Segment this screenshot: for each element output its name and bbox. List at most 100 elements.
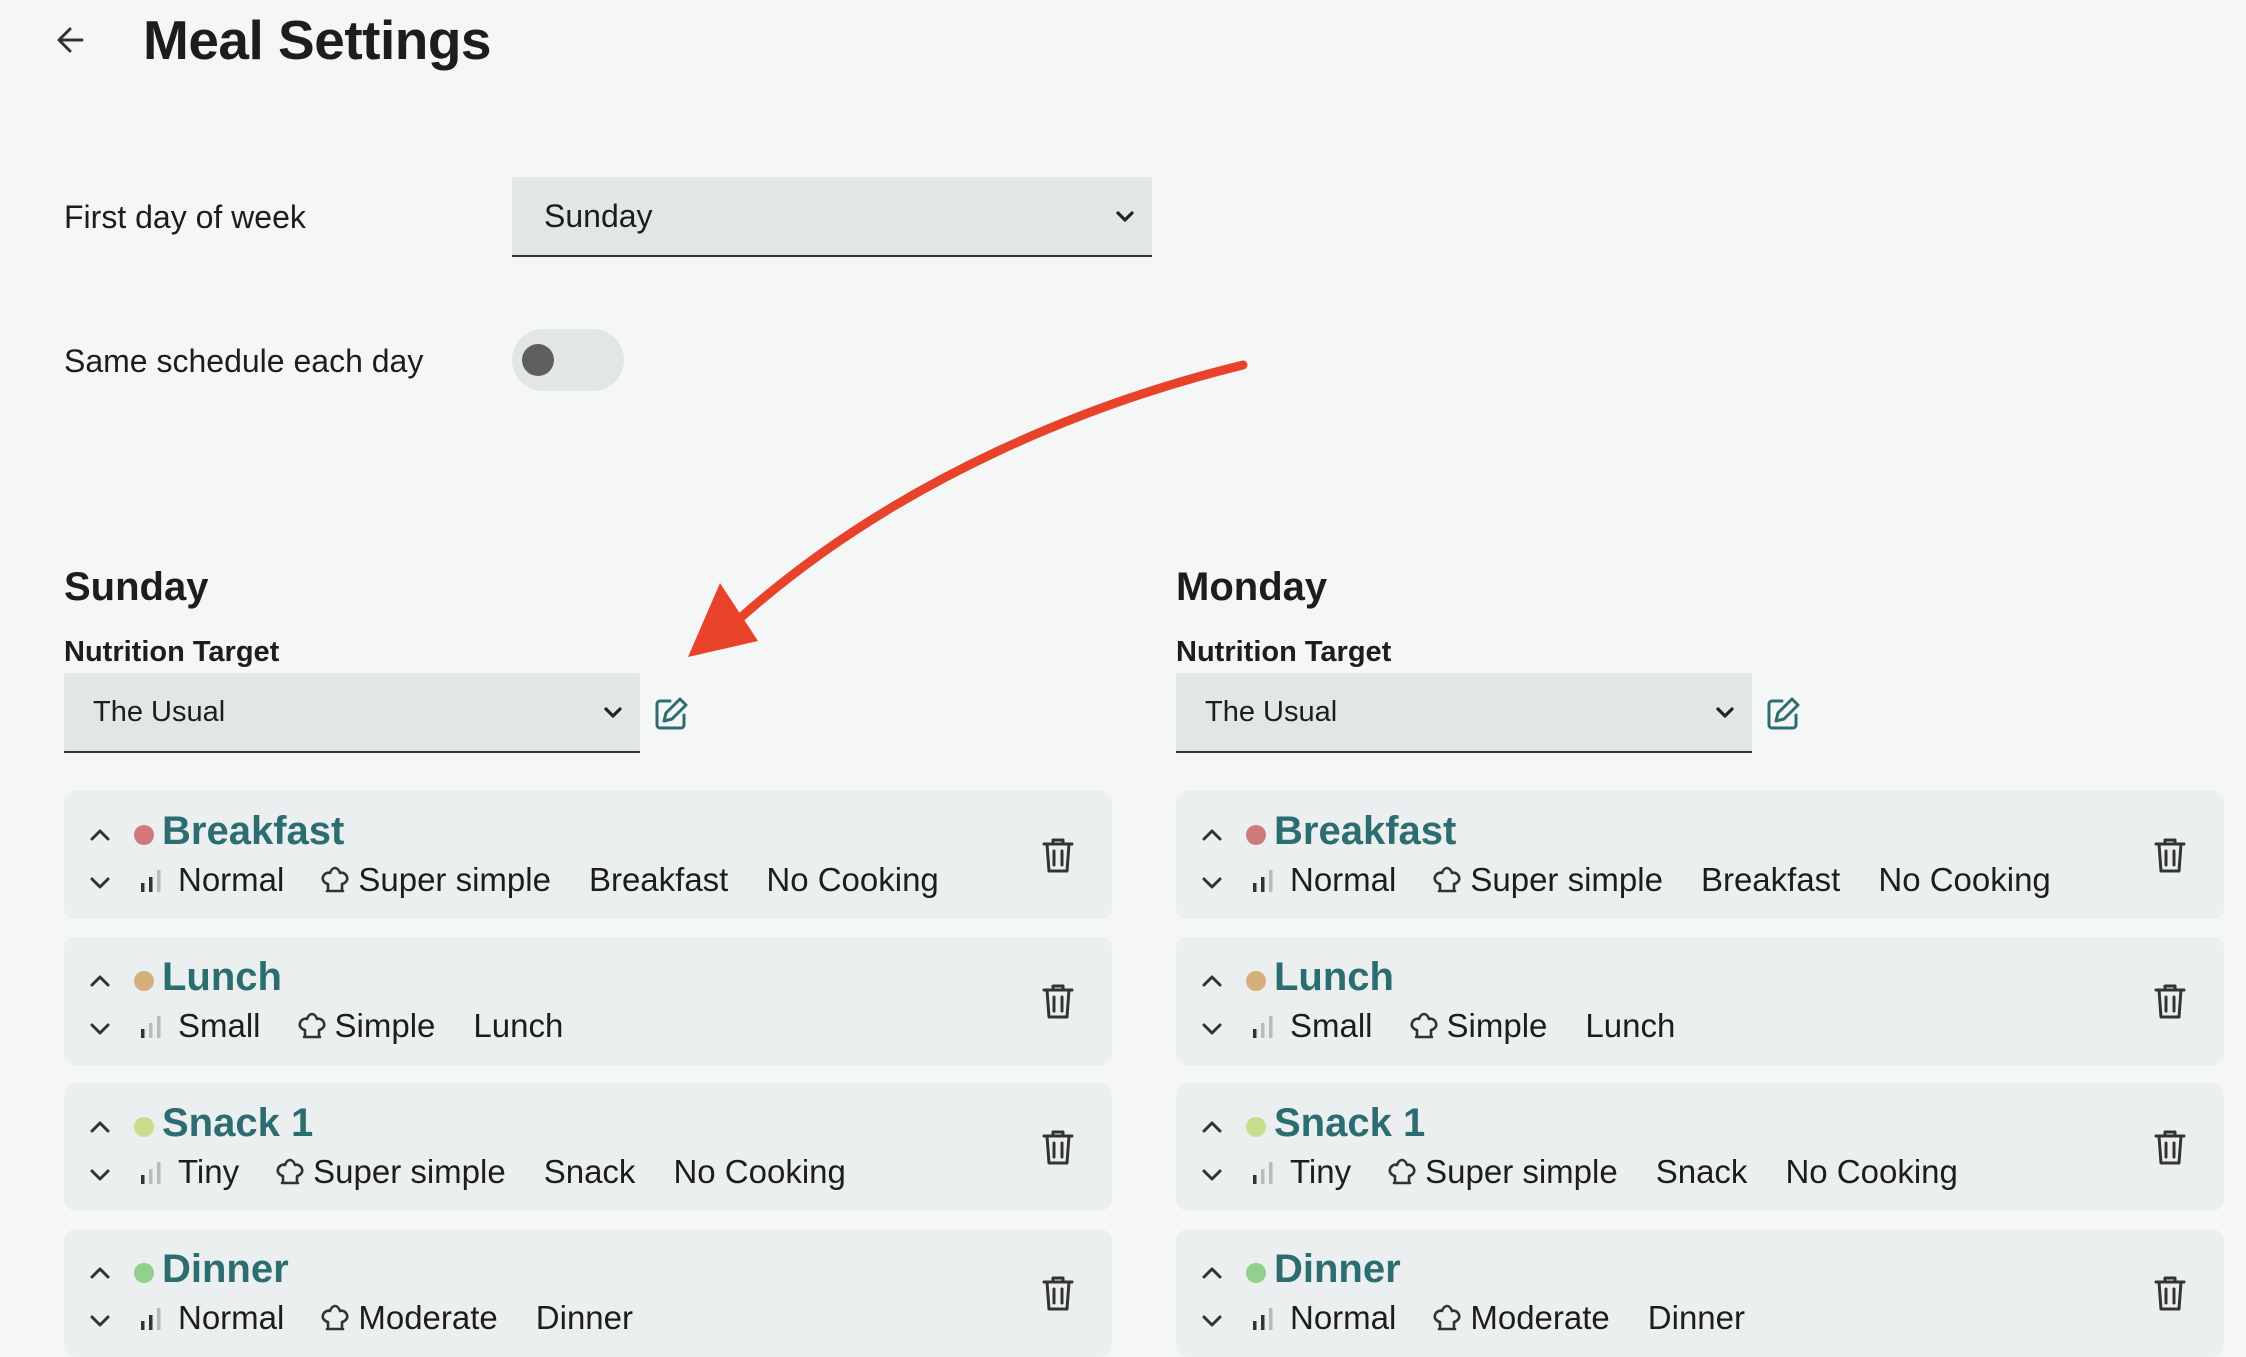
meal-size[interactable]: Tiny (1290, 1153, 1351, 1191)
delete-meal-icon[interactable] (1040, 835, 1076, 875)
move-up-icon[interactable] (1198, 821, 1226, 849)
meal-color-dot (134, 825, 154, 845)
meal-kind[interactable]: Dinner (536, 1299, 633, 1337)
meal-kind[interactable]: Breakfast (589, 861, 728, 899)
size-bars-icon (1253, 1016, 1273, 1038)
size-bars-icon (141, 1162, 161, 1184)
meal-name[interactable]: Breakfast (1274, 809, 1456, 854)
meal-kind[interactable]: Snack (544, 1153, 636, 1191)
move-up-icon[interactable] (1198, 967, 1226, 995)
meal-name[interactable]: Breakfast (162, 809, 344, 854)
meal-cooking[interactable]: No Cooking (673, 1153, 845, 1191)
meal-color-dot (134, 971, 154, 991)
size-bars-icon (141, 1308, 161, 1330)
delete-meal-icon[interactable] (2152, 835, 2188, 875)
nutrition-target-select[interactable]: The Usual (64, 673, 640, 753)
chevron-down-icon (604, 707, 622, 718)
meal-size[interactable]: Tiny (178, 1153, 239, 1191)
meal-card: Dinner Normal Moderate Dinner (1176, 1229, 2224, 1357)
first-day-select[interactable]: Sunday (512, 177, 1152, 257)
delete-meal-icon[interactable] (1040, 1127, 1076, 1167)
move-up-icon[interactable] (86, 967, 114, 995)
meal-color-dot (1246, 1263, 1266, 1283)
meal-size[interactable]: Normal (178, 861, 284, 899)
move-down-icon[interactable] (1198, 1161, 1226, 1189)
nutrition-target-label: Nutrition Target (64, 636, 280, 668)
meal-effort[interactable]: Simple (1447, 1007, 1548, 1045)
move-up-icon[interactable] (86, 1259, 114, 1287)
meal-kind[interactable]: Lunch (473, 1007, 563, 1045)
chevron-down-icon (1716, 707, 1734, 718)
meal-size[interactable]: Normal (1290, 861, 1396, 899)
meal-color-dot (134, 1117, 154, 1137)
delete-meal-icon[interactable] (2152, 1273, 2188, 1313)
meal-effort[interactable]: Super simple (358, 861, 551, 899)
edit-nutrition-target-button[interactable] (651, 694, 691, 734)
meal-card: Lunch Small Simple Lunch (1176, 937, 2224, 1065)
move-up-icon[interactable] (1198, 1259, 1226, 1287)
meal-color-dot (134, 1263, 154, 1283)
meal-attributes: Small Simple Lunch (1248, 1007, 1675, 1045)
toggle-knob (522, 344, 554, 376)
back-arrow-icon[interactable] (52, 20, 92, 60)
meal-name[interactable]: Dinner (1274, 1247, 1401, 1292)
delete-meal-icon[interactable] (1040, 1273, 1076, 1313)
meal-attributes: Small Simple Lunch (136, 1007, 563, 1045)
nutrition-target-label: Nutrition Target (1176, 636, 1392, 668)
edit-icon (655, 697, 688, 730)
meal-card: Breakfast Normal Super simple Breakfast … (1176, 791, 2224, 919)
move-up-icon[interactable] (86, 821, 114, 849)
first-day-value: Sunday (544, 197, 653, 234)
move-down-icon[interactable] (86, 869, 114, 897)
meal-name[interactable]: Dinner (162, 1247, 289, 1292)
chef-hat-icon (1433, 866, 1461, 893)
meal-cooking[interactable]: No Cooking (766, 861, 938, 899)
move-down-icon[interactable] (86, 1161, 114, 1189)
chef-hat-icon (1433, 1304, 1461, 1331)
meal-name[interactable]: Snack 1 (1274, 1101, 1425, 1146)
delete-meal-icon[interactable] (2152, 1127, 2188, 1167)
same-schedule-label: Same schedule each day (64, 343, 424, 379)
move-down-icon[interactable] (1198, 1307, 1226, 1335)
delete-meal-icon[interactable] (2152, 981, 2188, 1021)
move-down-icon[interactable] (1198, 869, 1226, 897)
meal-color-dot (1246, 1117, 1266, 1137)
chef-hat-icon (321, 1304, 349, 1331)
meal-effort[interactable]: Super simple (313, 1153, 506, 1191)
meal-cooking[interactable]: No Cooking (1785, 1153, 1957, 1191)
same-schedule-toggle[interactable] (512, 329, 624, 391)
meal-effort[interactable]: Simple (335, 1007, 436, 1045)
move-up-icon[interactable] (1198, 1113, 1226, 1141)
meal-size[interactable]: Small (178, 1007, 261, 1045)
delete-meal-icon[interactable] (1040, 981, 1076, 1021)
size-bars-icon (1253, 870, 1273, 892)
meal-kind[interactable]: Breakfast (1701, 861, 1840, 899)
meal-effort[interactable]: Super simple (1470, 861, 1663, 899)
meal-effort[interactable]: Moderate (358, 1299, 497, 1337)
edit-nutrition-target-button[interactable] (1763, 694, 1803, 734)
meal-size[interactable]: Small (1290, 1007, 1373, 1045)
move-up-icon[interactable] (86, 1113, 114, 1141)
meal-kind[interactable]: Snack (1656, 1153, 1748, 1191)
chef-hat-icon (297, 1012, 326, 1039)
day-title: Monday (1176, 565, 1328, 609)
meal-effort[interactable]: Super simple (1425, 1153, 1618, 1191)
first-day-label: First day of week (64, 199, 306, 235)
meal-name[interactable]: Snack 1 (162, 1101, 313, 1146)
move-down-icon[interactable] (86, 1015, 114, 1043)
meal-size[interactable]: Normal (1290, 1299, 1396, 1337)
meal-name[interactable]: Lunch (1274, 955, 1394, 1000)
meal-size[interactable]: Normal (178, 1299, 284, 1337)
meal-effort[interactable]: Moderate (1470, 1299, 1609, 1337)
move-down-icon[interactable] (1198, 1015, 1226, 1043)
move-down-icon[interactable] (86, 1307, 114, 1335)
nutrition-target-select[interactable]: The Usual (1176, 673, 1752, 753)
size-bars-icon (1253, 1308, 1273, 1330)
meal-kind[interactable]: Lunch (1585, 1007, 1675, 1045)
meal-name[interactable]: Lunch (162, 955, 282, 1000)
meal-cooking[interactable]: No Cooking (1878, 861, 2050, 899)
chef-hat-icon (321, 866, 349, 893)
chef-hat-icon (1388, 1158, 1416, 1185)
meal-kind[interactable]: Dinner (1648, 1299, 1745, 1337)
meal-color-dot (1246, 825, 1266, 845)
